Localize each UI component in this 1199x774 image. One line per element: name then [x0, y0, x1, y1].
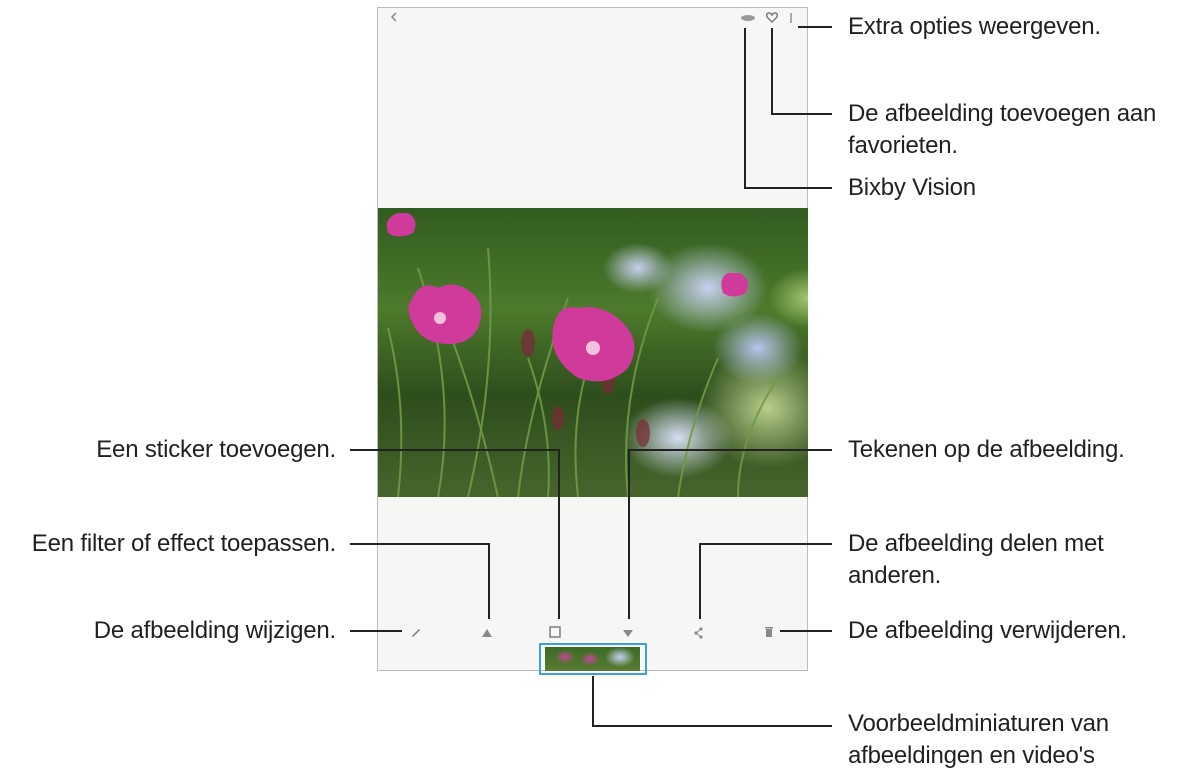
label-thumbs-2: afbeeldingen en video's	[848, 742, 1095, 769]
label-draw: Tekenen op de afbeelding.	[848, 436, 1125, 463]
sticker-icon[interactable]	[549, 626, 561, 638]
label-share-1: De afbeelding delen met	[848, 530, 1104, 557]
leader-line	[699, 543, 701, 619]
leader-line	[592, 725, 832, 727]
label-sticker: Een sticker toevoegen.	[96, 436, 336, 463]
label-share-2: anderen.	[848, 562, 942, 589]
more-options-icon[interactable]	[789, 12, 793, 24]
leader-line	[771, 28, 773, 114]
label-favorites-2: favorieten.	[848, 132, 958, 159]
pencil-icon[interactable]	[410, 626, 422, 638]
brush-icon[interactable]	[622, 628, 634, 638]
leader-line	[350, 543, 490, 545]
leader-line	[558, 449, 560, 619]
label-edit: De afbeelding wijzigen.	[93, 617, 336, 644]
thumbnail-highlight	[539, 643, 647, 675]
back-icon[interactable]	[390, 12, 398, 22]
leader-line	[744, 187, 832, 189]
label-delete: De afbeelding verwijderen.	[848, 617, 1127, 644]
main-photo	[378, 208, 808, 497]
label-extra-options: Extra opties weergeven.	[848, 13, 1101, 40]
leader-line	[350, 630, 402, 632]
leader-line	[628, 449, 832, 451]
leader-line	[771, 113, 832, 115]
leader-line	[798, 26, 832, 28]
leader-line	[488, 543, 490, 619]
label-filter: Een filter of effect toepassen.	[31, 530, 336, 557]
leader-line	[699, 543, 832, 545]
filter-icon[interactable]	[481, 628, 493, 638]
heart-icon[interactable]	[766, 12, 778, 23]
label-favorites-1: De afbeelding toevoegen aan	[848, 100, 1157, 127]
leader-line	[350, 449, 560, 451]
trash-icon[interactable]	[764, 626, 774, 638]
leader-line	[780, 630, 832, 632]
bixby-vision-icon[interactable]	[740, 14, 756, 22]
leader-line	[628, 449, 630, 619]
leader-line	[592, 676, 594, 726]
label-bixby: Bixby Vision	[848, 174, 976, 201]
leader-line	[744, 28, 746, 188]
label-thumbs-1: Voorbeeldminiaturen van	[848, 710, 1109, 737]
share-icon[interactable]	[694, 627, 704, 639]
